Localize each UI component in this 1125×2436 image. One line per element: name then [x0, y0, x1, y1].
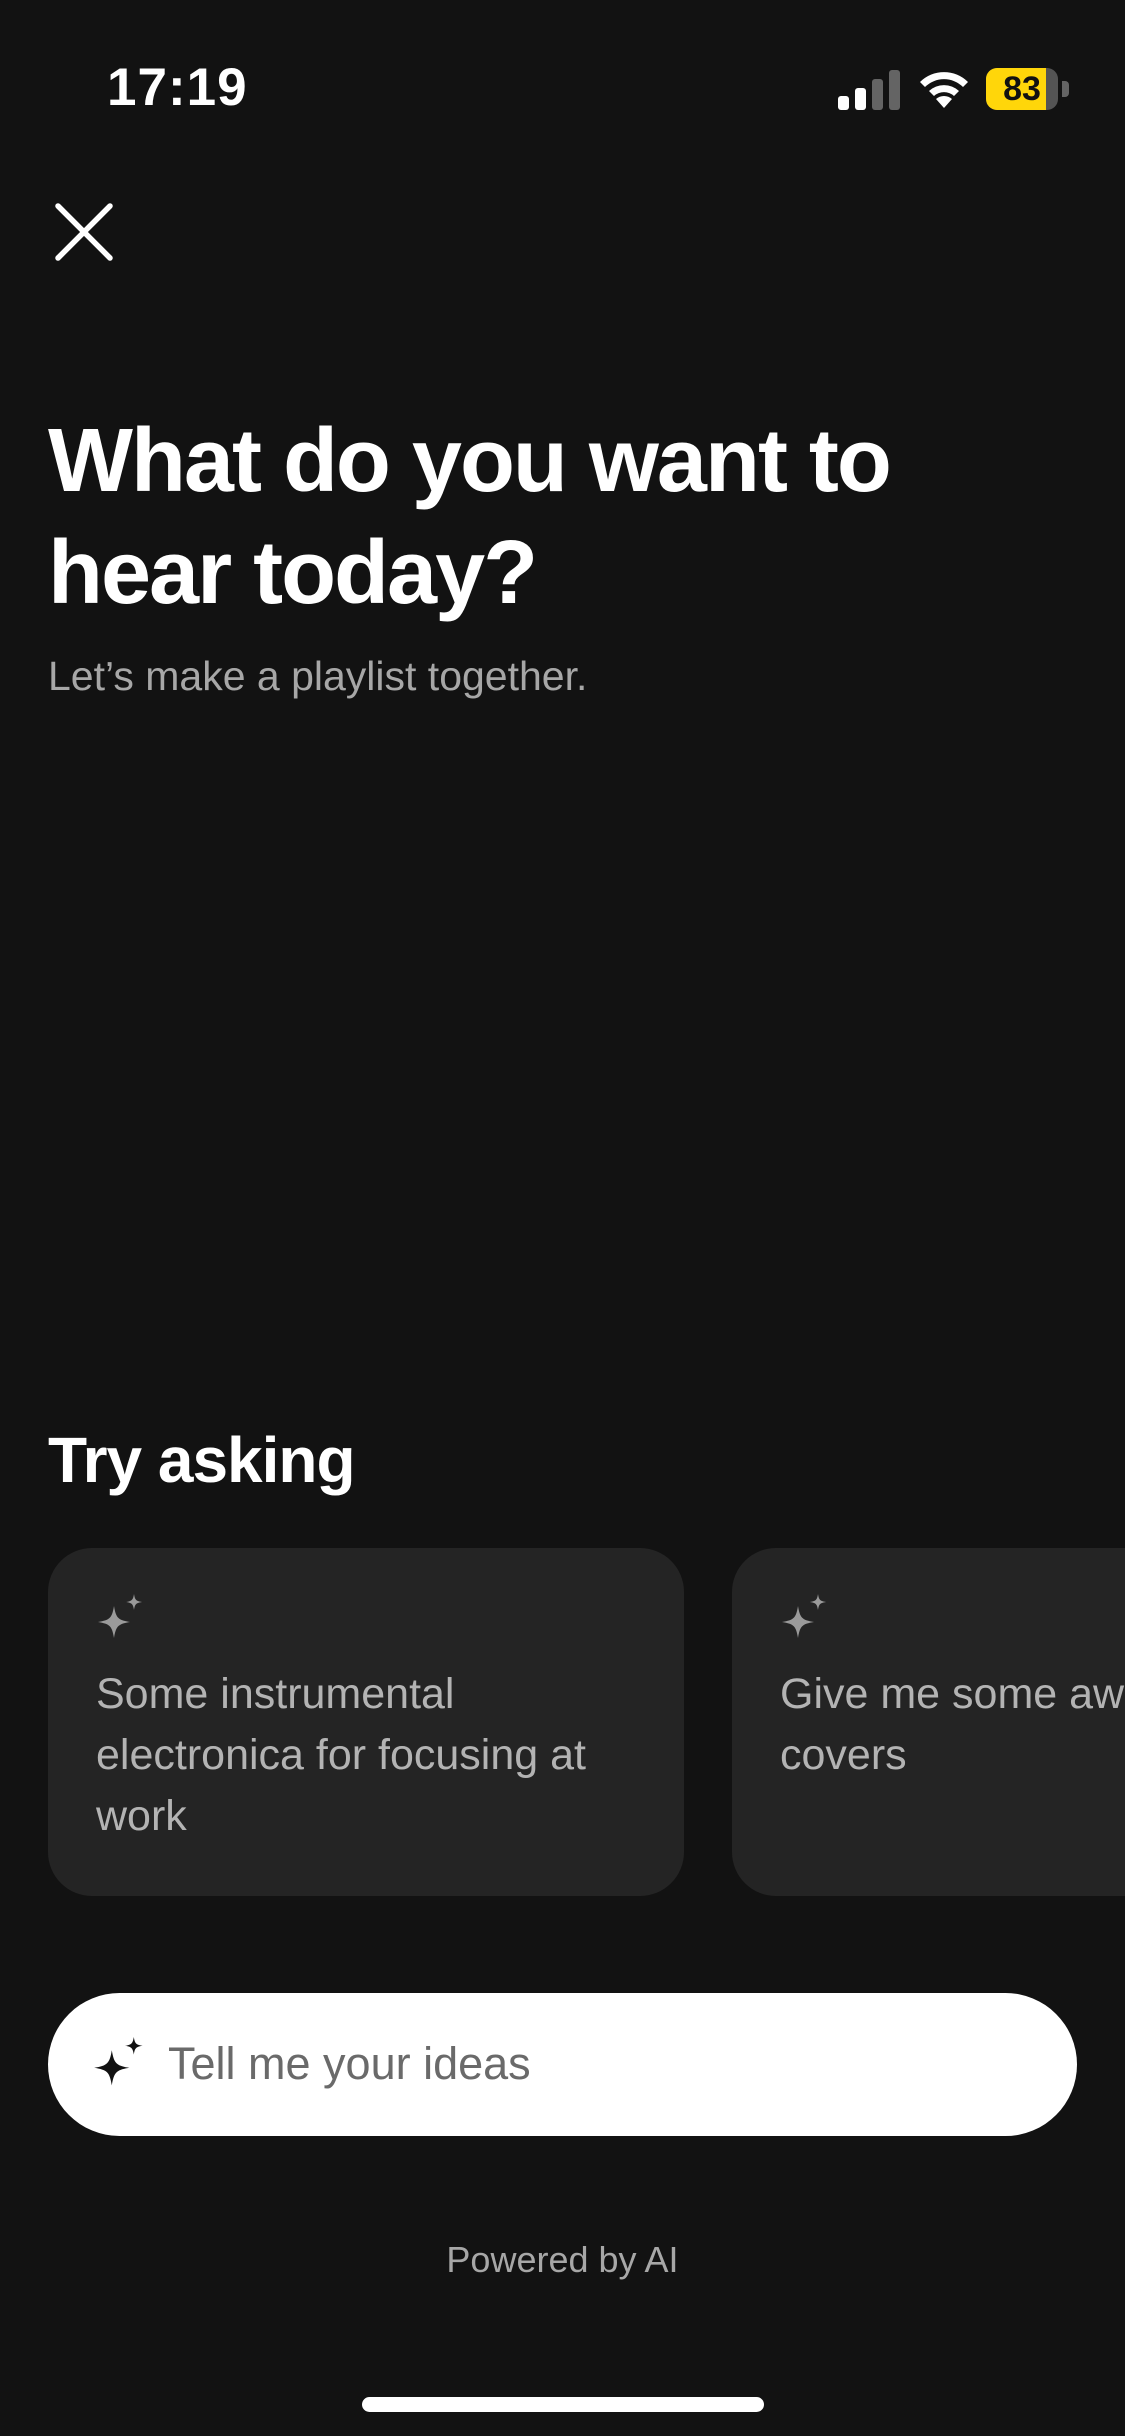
battery-indicator: 83: [986, 68, 1070, 110]
suggestion-card[interactable]: Give me some awesome covers: [732, 1548, 1125, 1896]
powered-by-ai-label: Powered by AI: [446, 2239, 679, 2280]
battery-body: 83: [986, 68, 1058, 110]
sparkle-icon: [98, 1594, 142, 1638]
suggestion-text: Give me some awesome covers: [780, 1670, 1125, 1779]
cellular-signal-icon: [838, 70, 900, 110]
battery-percentage: 83: [1003, 70, 1041, 108]
wifi-icon: [920, 72, 968, 108]
suggestion-text: Some instrumental electronica for focusi…: [96, 1670, 586, 1840]
battery-cap: [1062, 81, 1069, 97]
status-time: 17:19: [107, 58, 248, 117]
home-indicator[interactable]: [362, 2397, 764, 2412]
status-bar: 17:19 83: [0, 0, 1125, 180]
suggestion-card[interactable]: Some instrumental electronica for focusi…: [48, 1548, 684, 1896]
sparkle-icon: [782, 1594, 826, 1638]
page-subtitle: Let’s make a playlist together.: [48, 653, 588, 699]
prompt-input[interactable]: Tell me your ideas: [48, 1993, 1077, 2136]
suggestion-carousel[interactable]: Some instrumental electronica for focusi…: [0, 1548, 1125, 1896]
page-title: What do you want to hear today?: [48, 411, 892, 623]
suggestions-heading: Try asking: [48, 1424, 356, 1496]
prompt-input-placeholder: Tell me your ideas: [168, 2038, 531, 2089]
sparkle-icon: [94, 2037, 143, 2086]
close-button[interactable]: [48, 196, 120, 268]
close-icon: [55, 203, 113, 261]
